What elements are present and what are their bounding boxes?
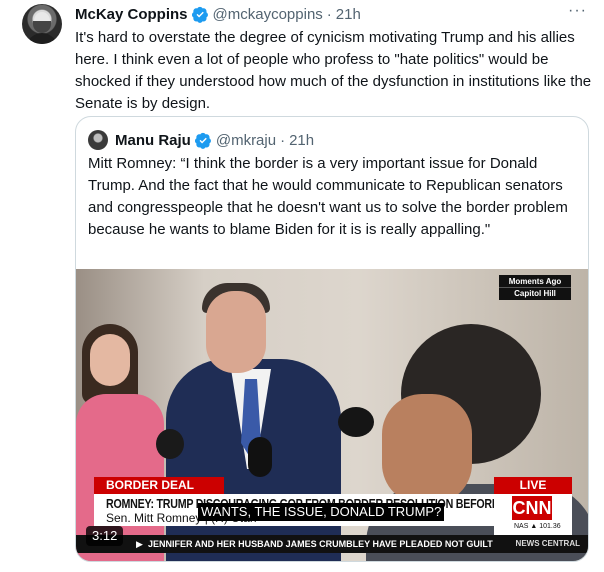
quoted-tweet-timestamp[interactable]: 21h [289, 132, 314, 149]
verified-badge-icon [191, 6, 208, 23]
microphone [156, 429, 184, 459]
author-name[interactable]: McKay Coppins [75, 6, 188, 23]
quoted-author-avatar[interactable] [88, 130, 108, 150]
topic-banner: BORDER DEAL [94, 477, 224, 494]
author-avatar[interactable] [22, 4, 62, 44]
quoted-tweet-header: Manu Raju @mkraju · 21h [88, 130, 314, 150]
tweet-header: McKay Coppins @mckaycoppins · 21h [75, 4, 361, 24]
location-tag: Moments Ago Capitol Hill [499, 275, 571, 300]
network-bug: CNN NAS ▲ 101.36 [494, 494, 572, 535]
quoted-author-handle[interactable]: @mkraju [216, 132, 276, 149]
market-ticker: NAS ▲ 101.36 [514, 523, 561, 530]
quoted-tweet[interactable]: Manu Raju @mkraju · 21h Mitt Romney: “I … [75, 116, 589, 562]
speaker-face [206, 291, 266, 373]
cnn-logo: CNN [512, 496, 552, 520]
tweet-text: It's hard to overstate the degree of cyn… [75, 29, 592, 112]
ticker-text: JENNIFER AND HER HUSBAND JAMES CRUMBLEY … [148, 539, 493, 549]
video-duration-badge: 3:12 [86, 526, 124, 546]
tweet[interactable]: McKay Coppins @mckaycoppins · 21h ··· It… [0, 0, 604, 572]
video-player[interactable]: Moments Ago Capitol Hill BORDER DEAL LIV… [76, 269, 588, 561]
verified-badge-icon [194, 132, 211, 149]
ticker-brand: NEWS CENTRAL [515, 539, 580, 548]
quoted-author-name[interactable]: Manu Raju [115, 132, 191, 149]
live-badge: LIVE [494, 477, 572, 494]
author-handle[interactable]: @mckaycoppins [213, 6, 323, 23]
separator-dot: · [280, 131, 286, 149]
ticker-arrow-icon: ▶ [136, 539, 143, 549]
separator-dot: · [326, 5, 332, 23]
moments-ago-label: Moments Ago [508, 277, 562, 286]
location-label: Capitol Hill [499, 287, 571, 299]
quoted-tweet-text: Mitt Romney: “I think the border is a ve… [88, 155, 568, 238]
microphone [338, 407, 374, 437]
news-ticker: ▶ JENNIFER AND HER HUSBAND JAMES CRUMBLE… [76, 535, 588, 553]
closed-caption: WANTS, THE ISSUE, DONALD TRUMP? [198, 503, 445, 521]
more-options-icon[interactable]: ··· [568, 2, 587, 20]
tweet-timestamp[interactable]: 21h [336, 6, 361, 23]
microphone [248, 437, 272, 477]
